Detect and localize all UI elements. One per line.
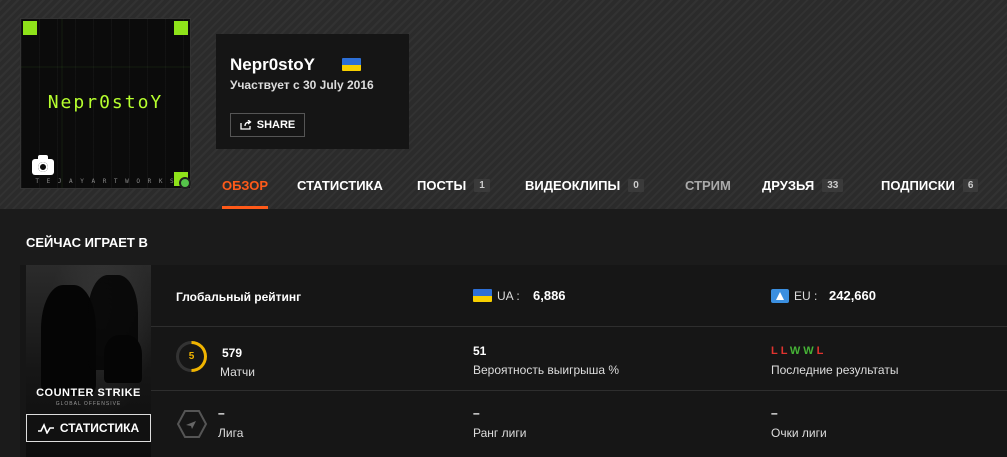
avatar-text: Nepr0stoY bbox=[47, 92, 164, 113]
row-divider bbox=[151, 390, 1007, 391]
matches-label: Матчи bbox=[220, 365, 255, 379]
tab-count: 33 bbox=[822, 179, 844, 192]
profile-info: Nepr0stoY Участвует с 30 July 2016 SHARE bbox=[216, 34, 409, 149]
profile-nav: ОБЗОР СТАТИСТИКА ПОСТЫ 1 ВИДЕОКЛИПЫ 0 СТ… bbox=[0, 162, 1007, 209]
tab-label: ПОСТЫ bbox=[417, 178, 467, 193]
tab-count: 1 bbox=[474, 179, 490, 192]
tab-stream[interactable]: СТРИМ bbox=[685, 162, 731, 209]
winrate-label: Вероятность выигрыша % bbox=[473, 363, 620, 377]
result-loss: L bbox=[816, 345, 827, 357]
ua-rank-value: 6,886 bbox=[533, 288, 566, 303]
league-points-label: Очки лиги bbox=[771, 426, 827, 440]
username: Nepr0stoY bbox=[230, 55, 316, 74]
winrate-value: 51 bbox=[473, 344, 487, 358]
tab-count: 6 bbox=[962, 179, 979, 192]
ukraine-flag-icon bbox=[342, 58, 361, 71]
ukraine-flag-icon bbox=[473, 289, 492, 302]
tab-count: 0 bbox=[628, 179, 644, 192]
game-stats-button[interactable]: СТАТИСТИКА bbox=[26, 414, 151, 442]
share-icon bbox=[240, 120, 252, 130]
tab-label: ВИДЕОКЛИПЫ bbox=[525, 178, 621, 193]
tab-posts[interactable]: ПОСТЫ 1 bbox=[417, 162, 490, 209]
recent-results-label: Последние результаты bbox=[771, 363, 899, 377]
soldier-silhouette bbox=[104, 335, 142, 383]
recent-results: LLWWL bbox=[771, 345, 826, 357]
pulse-icon bbox=[37, 423, 54, 434]
skill-level-value: 5 bbox=[188, 351, 195, 362]
share-label: SHARE bbox=[256, 119, 296, 131]
tab-label: ДРУЗЬЯ bbox=[762, 178, 815, 193]
global-rating-label: Глобальный рейтинг bbox=[176, 290, 302, 304]
ua-label: UA : bbox=[497, 289, 520, 303]
row-divider bbox=[151, 326, 1007, 327]
league-icon bbox=[176, 410, 208, 438]
avatar-corner bbox=[23, 21, 37, 35]
result-loss: L bbox=[780, 345, 790, 357]
matches-value: 579 bbox=[222, 346, 243, 360]
share-button[interactable]: SHARE bbox=[230, 113, 305, 137]
result-loss: L bbox=[771, 345, 781, 357]
eu-region-icon bbox=[771, 289, 789, 303]
tab-videos[interactable]: ВИДЕОКЛИПЫ 0 bbox=[525, 162, 644, 209]
game-logo: COUNTER STRIKE bbox=[36, 387, 141, 399]
league-value: – bbox=[218, 406, 225, 420]
tab-label: ПОДПИСКИ bbox=[881, 178, 955, 193]
league-rank-value: – bbox=[473, 406, 480, 420]
league-points-value: – bbox=[771, 406, 778, 420]
tab-label: СТРИМ bbox=[685, 178, 731, 193]
eu-rank-value: 242,660 bbox=[829, 288, 876, 303]
tab-label: ОБЗОР bbox=[222, 178, 269, 193]
result-win: W bbox=[803, 345, 817, 357]
game-stats-label: СТАТИСТИКА bbox=[59, 421, 140, 435]
tab-label: СТАТИСТИКА bbox=[297, 178, 383, 193]
result-win: W bbox=[789, 345, 804, 357]
avatar-corner bbox=[174, 21, 188, 35]
eu-label: EU : bbox=[794, 289, 818, 303]
tab-stats[interactable]: СТАТИСТИКА bbox=[297, 162, 383, 209]
tab-friends[interactable]: ДРУЗЬЯ 33 bbox=[762, 162, 844, 209]
game-subtitle: GLOBAL OFFENSIVE bbox=[55, 401, 122, 407]
now-playing-title: СЕЙЧАС ИГРАЕТ В bbox=[26, 235, 148, 250]
joined-date: Участвует с 30 July 2016 bbox=[230, 78, 374, 92]
league-rank-label: Ранг лиги bbox=[473, 426, 527, 440]
tab-overview[interactable]: ОБЗОР bbox=[222, 162, 269, 209]
league-label: Лига bbox=[218, 426, 244, 440]
tab-subscriptions[interactable]: ПОДПИСКИ 6 bbox=[881, 162, 979, 209]
